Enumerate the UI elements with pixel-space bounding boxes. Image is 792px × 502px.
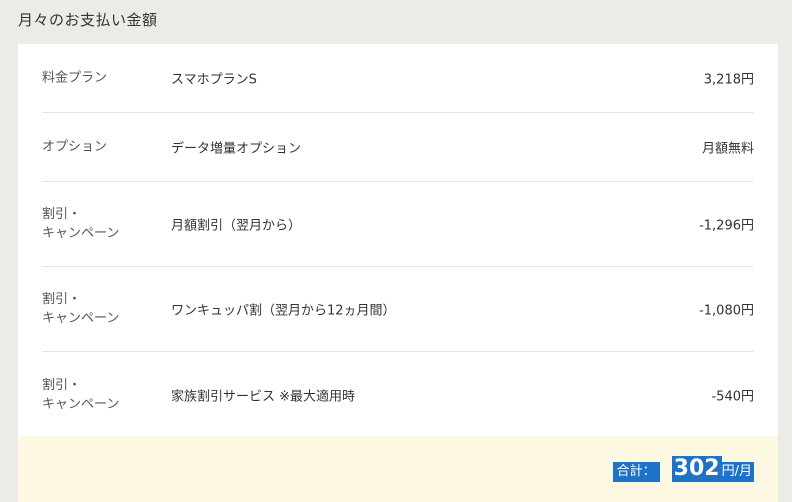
payment-card: 料金プラン スマホプランS 3,218円 オプション データ増量オプション 月額…: [18, 44, 778, 502]
row-label-line: キャンペーン: [42, 396, 120, 412]
row-item-name: スマホプランS: [171, 72, 257, 88]
row-item-name: ワンキュッパ割（翌月から12ヵ月間）: [171, 303, 396, 319]
row-price: -1,080円: [699, 303, 754, 319]
payment-rows: 料金プラン スマホプランS 3,218円 オプション データ増量オプション 月額…: [42, 44, 754, 437]
row-label: 割引・ キャンペーン: [42, 205, 152, 243]
row-price: -540円: [711, 389, 754, 404]
total-label: 合計：: [612, 462, 660, 482]
row-label: オプション: [42, 138, 152, 157]
table-row-discount-monthly: 割引・ キャンペーン 月額割引（翌月から） -1,296円: [42, 182, 754, 267]
row-label-line: 料金プラン: [42, 70, 108, 86]
row-item-name: データ増量オプション: [171, 141, 302, 157]
total-amount: 302: [671, 456, 722, 482]
row-label-line: キャンペーン: [42, 226, 120, 241]
row-label-line: 割引・: [42, 377, 82, 393]
row-item-name: 家族割引サービス ※最大適用時: [171, 389, 356, 404]
row-item-name: 月額割引（翌月から）: [171, 218, 302, 234]
table-row-discount-wankyuppa: 割引・ キャンペーン ワンキュッパ割（翌月から12ヵ月間） -1,080円: [42, 267, 754, 352]
row-price: 3,218円: [703, 72, 754, 88]
row-label-line: 割引・: [42, 207, 82, 222]
table-row-discount-family: 割引・ キャンペーン 家族割引サービス ※最大適用時 -540円: [42, 352, 754, 437]
table-row-option: オプション データ増量オプション 月額無料: [42, 113, 754, 182]
total-summary: 合計： 302 円/月: [612, 456, 754, 482]
total-unit: 円/月: [721, 462, 754, 482]
row-label: 割引・ キャンペーン: [42, 376, 152, 414]
row-price: 月額無料: [701, 141, 754, 157]
row-label-line: キャンペーン: [42, 311, 120, 326]
row-label: 割引・ キャンペーン: [42, 290, 152, 328]
row-label-line: オプション: [42, 139, 108, 155]
row-label: 料金プラン: [42, 69, 152, 88]
table-row-plan: 料金プラン スマホプランS 3,218円: [42, 44, 754, 113]
row-label-line: 割引・: [42, 292, 82, 307]
row-price: -1,296円: [699, 218, 754, 234]
total-bar: 合計： 302 円/月: [18, 436, 778, 502]
section-title: 月々のお支払い金額: [18, 11, 158, 29]
